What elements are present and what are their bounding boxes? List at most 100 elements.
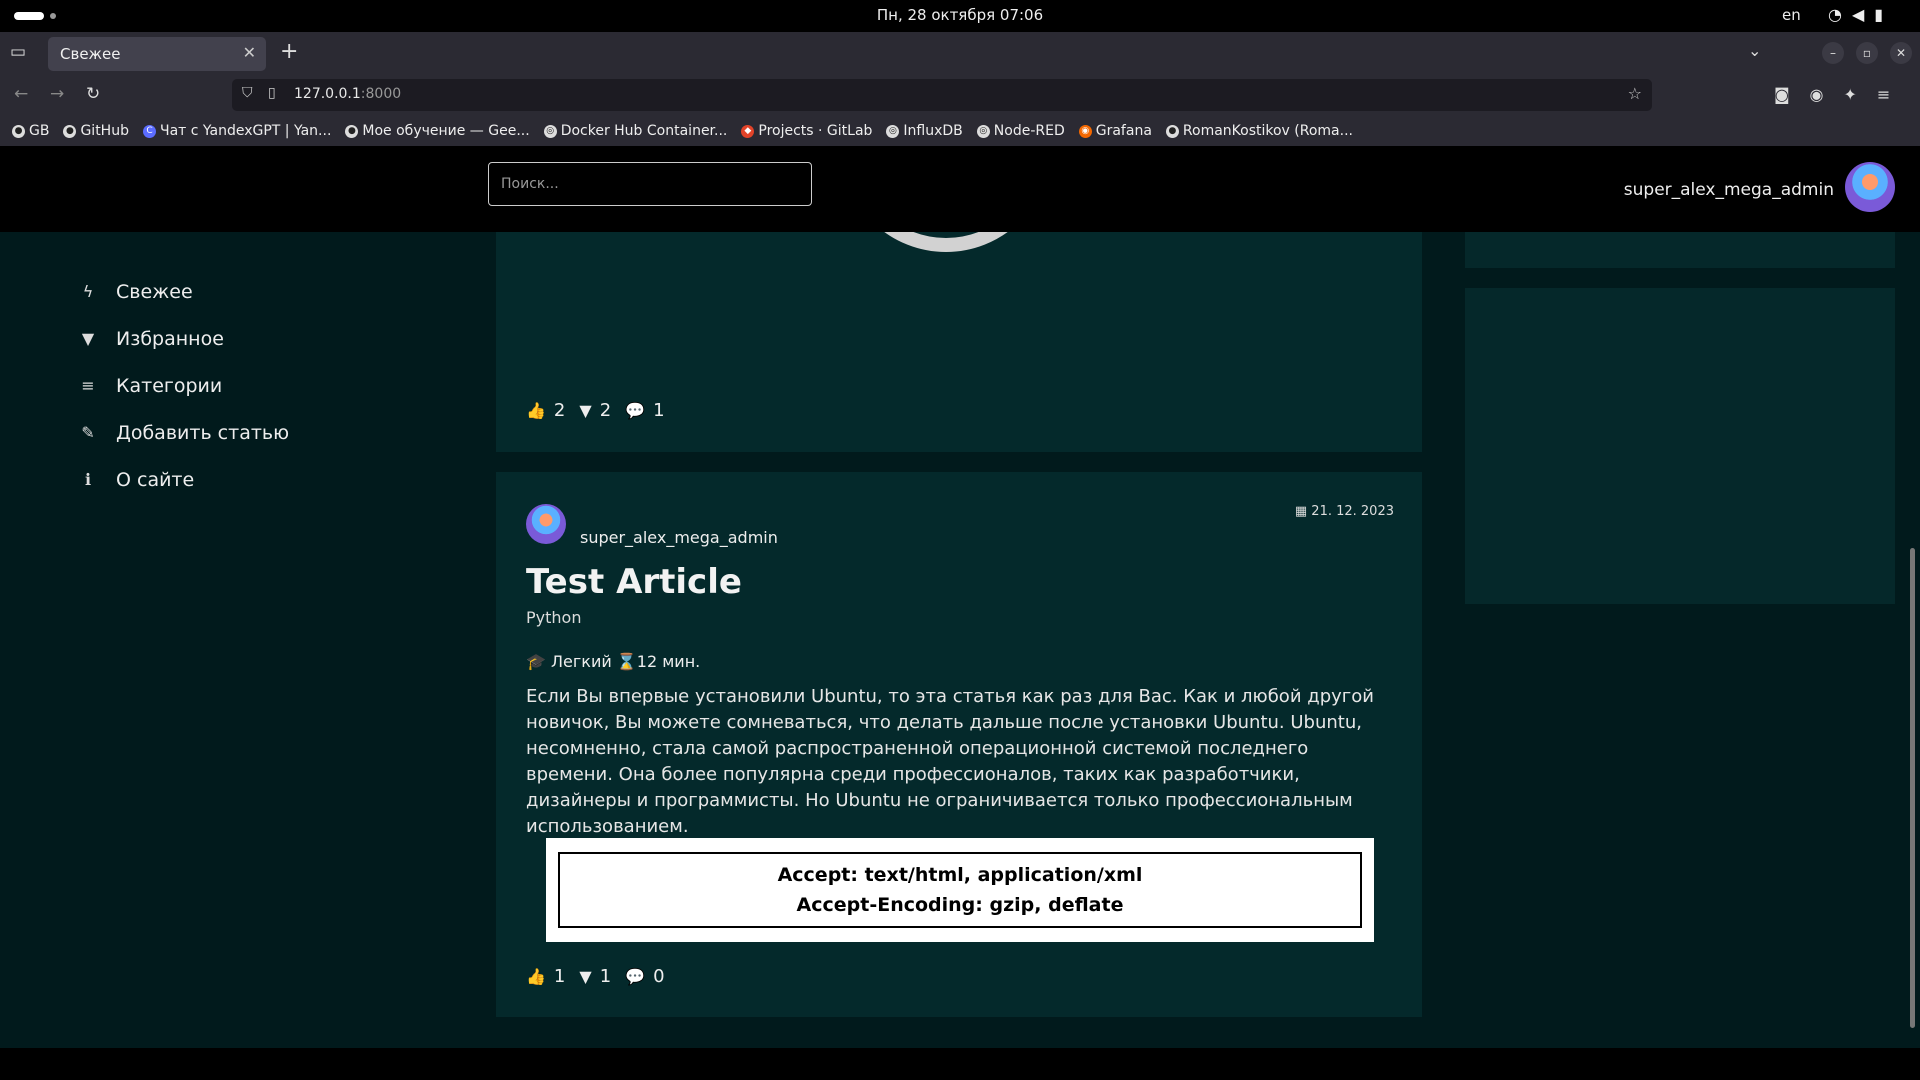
shield-icon[interactable]: ⛉	[242, 85, 253, 101]
sidebar-item-favorites[interactable]: ▼ Избранное	[76, 315, 436, 362]
article-author[interactable]: super_alex_mega_admin	[580, 528, 778, 547]
article-card: 👍 2 ▼ 2 💬 1	[496, 232, 1422, 452]
article-image	[841, 232, 1051, 252]
volume-icon: ◀	[1851, 5, 1865, 24]
page-scrollbar[interactable]	[1910, 548, 1915, 1028]
new-tab-button[interactable]: +	[280, 39, 298, 64]
sidebar-item-about[interactable]: ℹО сайте	[76, 456, 436, 503]
article-category[interactable]: Python	[526, 608, 581, 627]
close-window-button[interactable]: ✕	[1890, 42, 1912, 64]
comments-icon: 💬	[625, 967, 646, 986]
star-icon[interactable]: ☆	[1628, 84, 1642, 103]
browser-tab-active[interactable]: Свежее ✕	[48, 37, 266, 71]
comments-icon: 💬	[625, 401, 646, 420]
article-card: super_alex_mega_admin ▦ 21. 12. 2023 Tes…	[496, 472, 1422, 1017]
system-tray[interactable]: ◔ ◀ ▮	[1828, 5, 1883, 24]
article-meta: 🎓 Легкий ⌛12 мин.	[526, 652, 700, 671]
github-icon: ●	[1165, 124, 1179, 138]
article-excerpt: Если Вы впервые установили Ubuntu, то эт…	[526, 686, 1374, 837]
back-button[interactable]: ←	[14, 84, 28, 104]
address-bar[interactable]: ⛉ ▯ 127.0.0.1:8000 ☆	[232, 79, 1652, 111]
reload-button[interactable]: ↻	[86, 84, 100, 104]
chevron-down-icon[interactable]: ⌄	[1748, 41, 1761, 60]
forward-button[interactable]: →	[50, 84, 64, 104]
sidebar-item-fresh[interactable]: ϟ Свежее	[76, 268, 436, 315]
bookmarks-bar: ● GB ● GitHub C Чат с YandexGPT | Yan... ● М…	[0, 116, 1920, 146]
bookmark-item[interactable]: ● GitHub	[63, 123, 129, 139]
bookmark-stat[interactable]: ▼ 1	[579, 966, 611, 987]
browser-toolbar-right: ◙ ◉ ✦ ≡	[1774, 85, 1890, 104]
bookmark-item[interactable]: ◎ Docker Hub Container...	[543, 123, 727, 139]
browser-nav-bar: ← → ↻ ⛉ ▯ 127.0.0.1:8000 ☆ ◙ ◉ ✦ ≡	[0, 76, 1920, 116]
header-username[interactable]: super_alex_mega_admin	[1624, 180, 1834, 200]
tab-history-icon[interactable]: ▭	[10, 42, 26, 62]
keyboard-layout[interactable]: en	[1782, 6, 1801, 24]
site-footer	[0, 1048, 1920, 1080]
bookmark-stat[interactable]: ▼ 2	[579, 400, 611, 421]
close-tab-icon[interactable]: ✕	[243, 43, 256, 62]
info-icon: ℹ	[84, 470, 92, 489]
comment-stat[interactable]: 💬 1	[625, 400, 664, 421]
article-image: Accept: text/html, application/xml Accep…	[546, 838, 1374, 942]
bookmark-favicon-icon: ●	[12, 124, 25, 138]
account-icon[interactable]: ◉	[1810, 85, 1824, 104]
like-stat[interactable]: 👍 2	[526, 400, 565, 421]
browser-tab-strip: ▭ Свежее ✕ + ⌄ – ▫ ✕	[0, 32, 1920, 76]
thumbs-up-icon: 👍	[526, 967, 546, 986]
bookmark-icon: ▼	[579, 401, 592, 420]
extensions-icon[interactable]: ✦	[1844, 85, 1857, 104]
bookmark-item[interactable]: ◆ Projects · GitLab	[741, 123, 872, 139]
bookmark-icon: ▼	[579, 967, 592, 986]
bookmark-item[interactable]: ● GB	[12, 123, 49, 139]
grafana-icon: ◉	[1078, 124, 1092, 138]
bookmark-item[interactable]: C Чат с YandexGPT | Yan...	[142, 123, 331, 139]
menu-icon[interactable]: ≡	[1877, 85, 1890, 104]
article-title[interactable]: Test Article	[526, 562, 742, 602]
bookmark-item[interactable]: ◉ Grafana	[1078, 123, 1152, 139]
bookmark-item[interactable]: ◎ Node-RED	[976, 123, 1065, 139]
wifi-icon: ◔	[1828, 5, 1842, 24]
article-stats: 👍 1 ▼ 1 💬 0	[526, 966, 665, 987]
thumbs-up-icon: 👍	[526, 401, 546, 420]
like-stat[interactable]: 👍 1	[526, 966, 565, 987]
site-header: super_alex_mega_admin	[0, 146, 1920, 232]
sidebar-item-add-article[interactable]: ✎ Добавить статью	[76, 409, 436, 456]
bolt-icon: ϟ	[82, 282, 94, 301]
minimize-button[interactable]: –	[1822, 42, 1844, 64]
yandexgpt-icon: C	[142, 124, 156, 138]
window-controls: – ▫ ✕	[1822, 42, 1912, 64]
tab-title: Свежее	[60, 45, 121, 63]
bookmark-item[interactable]: ● Мое обучение — Gee...	[345, 123, 530, 139]
avatar[interactable]	[1845, 162, 1895, 212]
search-input[interactable]	[488, 162, 812, 206]
sidebar-nav: ϟ Свежее ▼ Избранное ≡ Категории ✎ Добавить …	[76, 268, 436, 503]
os-clock[interactable]: Пн, 28 октября 07:06	[0, 6, 1920, 24]
headers-illustration: Accept: text/html, application/xml Accep…	[558, 852, 1362, 928]
pocket-icon[interactable]: ◙	[1774, 85, 1790, 104]
bookmark-item[interactable]: ● RomanKostikov (Roma...	[1165, 123, 1353, 139]
sidebar-item-categories[interactable]: ≡ Категории	[76, 362, 436, 409]
globe-icon: ◎	[886, 124, 900, 138]
os-top-bar: Пн, 28 октября 07:06 en ◔ ◀ ▮	[0, 0, 1920, 32]
right-panel	[1465, 288, 1895, 604]
bookmark-item[interactable]: ◎ InfluxDB	[886, 123, 963, 139]
url-text[interactable]: 127.0.0.1:8000	[294, 86, 401, 102]
avatar[interactable]	[526, 504, 566, 544]
battery-icon: ▮	[1874, 5, 1884, 24]
difficulty-label: Легкий	[551, 652, 612, 671]
article-stats: 👍 2 ▼ 2 💬 1	[526, 400, 665, 421]
comment-stat[interactable]: 💬 0	[625, 966, 664, 987]
graduation-cap-icon: 🎓	[526, 652, 546, 671]
maximize-button[interactable]: ▫	[1856, 42, 1878, 64]
list-icon: ≡	[81, 376, 95, 395]
gfg-icon: ●	[345, 124, 359, 138]
read-time: 12 мин.	[636, 652, 701, 671]
article-date: ▦ 21. 12. 2023	[1294, 504, 1394, 519]
bookmark-icon: ▼	[81, 329, 95, 348]
pencil-icon: ✎	[81, 423, 95, 442]
right-panel	[1465, 232, 1895, 268]
gitlab-icon: ◆	[741, 124, 755, 138]
calendar-icon: ▦	[1294, 504, 1308, 519]
page-icon: ▯	[268, 85, 276, 101]
github-icon: ●	[63, 124, 77, 138]
